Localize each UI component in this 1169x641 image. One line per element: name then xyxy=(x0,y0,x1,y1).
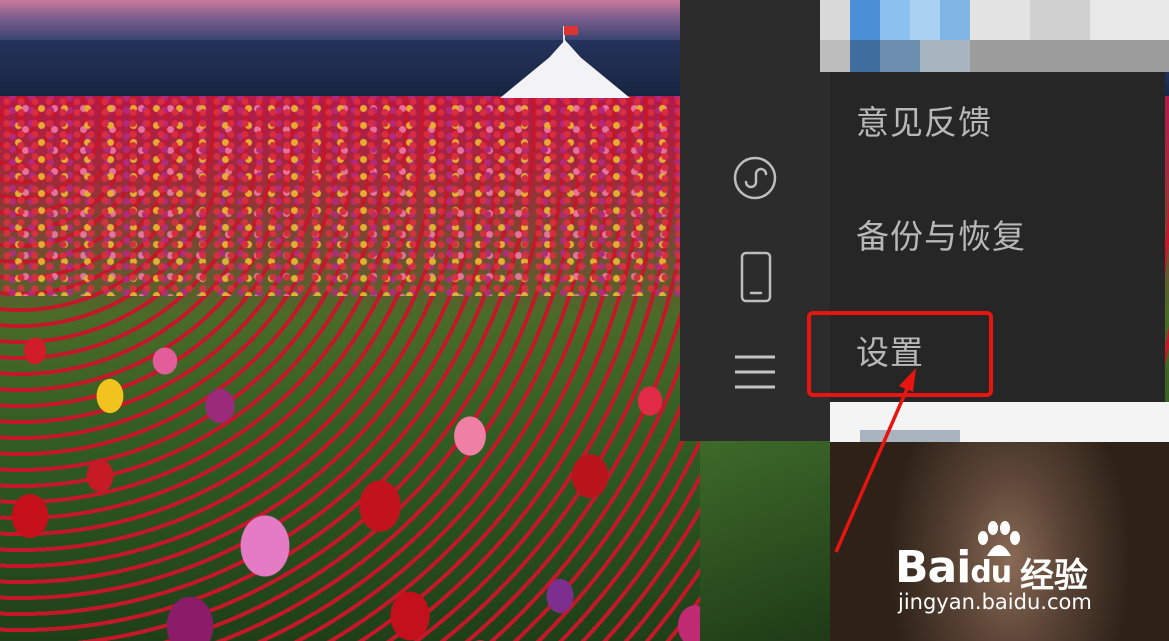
menu-item-feedback[interactable]: 意见反馈 xyxy=(856,96,992,144)
flag xyxy=(564,26,578,35)
menu-icon[interactable] xyxy=(733,352,777,392)
watermark-url: jingyan.baidu.com xyxy=(898,590,1092,614)
baidu-watermark: Baidu 经验 jingyan.baidu.com xyxy=(895,520,1125,620)
watermark-brand: Baidu xyxy=(895,542,1012,593)
menu-item-backup-restore[interactable]: 备份与恢复 xyxy=(856,210,1026,258)
mini-program-icon[interactable] xyxy=(732,155,778,201)
distant-tulips xyxy=(0,96,680,296)
blurred-profile-header xyxy=(820,0,1169,72)
content-thumbnail xyxy=(860,430,960,442)
phone-icon[interactable] xyxy=(740,251,772,303)
highlight-box xyxy=(807,311,993,397)
tulip-leaves xyxy=(700,440,840,641)
